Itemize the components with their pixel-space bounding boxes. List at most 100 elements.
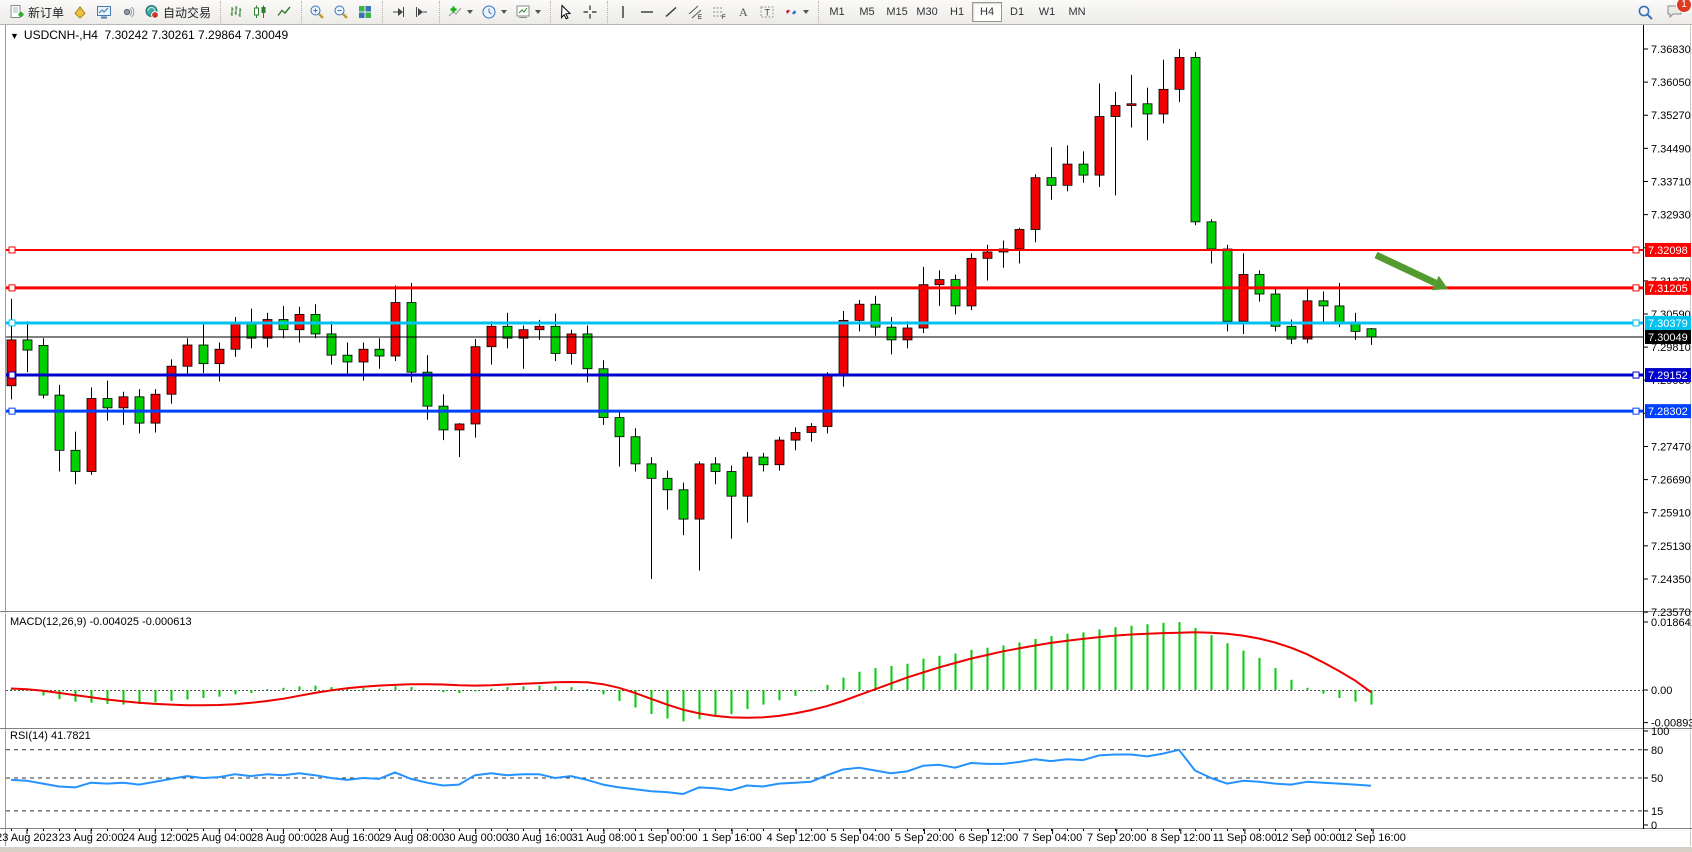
metaeditor-button[interactable] xyxy=(68,1,92,23)
arrows-button[interactable] xyxy=(779,1,813,23)
hline-handle[interactable] xyxy=(9,285,15,291)
indicators-dropdown-icon[interactable] xyxy=(467,10,473,14)
hline-handle[interactable] xyxy=(1633,320,1639,326)
candlestick-chart-button[interactable] xyxy=(248,1,272,23)
candle-up xyxy=(1015,229,1024,249)
price-tick-label: 7.36050 xyxy=(1651,77,1691,89)
rsi-axis-label: 100 xyxy=(1651,726,1669,738)
candle-up xyxy=(151,394,160,423)
time-tick-label: 7 Sep 04:00 xyxy=(1023,832,1082,844)
candle-up xyxy=(1111,105,1120,116)
price-flag-7.29152: 7.29152 xyxy=(1648,370,1688,382)
candle-down xyxy=(1079,164,1088,175)
crosshair-icon xyxy=(582,4,598,20)
text-label-icon: T xyxy=(759,4,775,20)
candle-down xyxy=(727,472,736,497)
time-tick-label: 6 Sep 12:00 xyxy=(959,832,1018,844)
candlestick-chart-icon xyxy=(252,4,268,20)
timeframe-button-m15[interactable]: M15 xyxy=(882,2,912,22)
timeframe-button-m30[interactable]: M30 xyxy=(912,2,942,22)
vertical-line-button[interactable] xyxy=(611,1,635,23)
cursor-button[interactable] xyxy=(554,1,578,23)
auto-scroll-icon xyxy=(390,4,406,20)
chart-plot[interactable]: 7.368307.360507.352707.344907.337107.329… xyxy=(0,0,1692,852)
timeframe-button-m1[interactable]: M1 xyxy=(822,2,852,22)
chart-frame xyxy=(0,24,1692,847)
candle-down xyxy=(503,326,512,338)
svg-text:E: E xyxy=(698,15,702,20)
candle-up xyxy=(183,345,192,366)
hline-handle[interactable] xyxy=(1633,372,1639,378)
rsi-axis-label: 15 xyxy=(1651,806,1663,818)
timeframe-button-m5[interactable]: M5 xyxy=(852,2,882,22)
candle-down xyxy=(39,345,48,395)
tile-windows-button[interactable] xyxy=(353,1,377,23)
candle-down xyxy=(103,398,112,407)
candle-up xyxy=(391,303,400,357)
timeframe-button-d1[interactable]: D1 xyxy=(1002,2,1032,22)
toolbar-group-scroll xyxy=(382,1,437,23)
bar-chart-button[interactable] xyxy=(224,1,248,23)
periods-button[interactable] xyxy=(477,1,511,23)
candle-up xyxy=(87,398,96,471)
time-tick-label: 28 Aug 16:00 xyxy=(315,832,380,844)
hline-handle[interactable] xyxy=(9,408,15,414)
timeframe-button-h4[interactable]: H4 xyxy=(972,2,1002,22)
candle-down xyxy=(551,326,560,353)
crosshair-button[interactable] xyxy=(578,1,602,23)
line-chart-button[interactable] xyxy=(272,1,296,23)
time-tick-label: 8 Sep 12:00 xyxy=(1151,832,1210,844)
hline-handle[interactable] xyxy=(9,247,15,253)
cursor-icon xyxy=(558,4,574,20)
candle-up xyxy=(535,326,544,329)
hline-handle[interactable] xyxy=(1633,247,1639,253)
notifications-button[interactable]: 1 xyxy=(1666,3,1684,22)
timeframe-button-w1[interactable]: W1 xyxy=(1032,2,1062,22)
trendline-button[interactable] xyxy=(659,1,683,23)
timeframe-button-mn[interactable]: MN xyxy=(1062,2,1092,22)
toolbar-group-trade: 新订单 自动交易 xyxy=(2,1,218,23)
candle-up xyxy=(1303,301,1312,339)
channel-button[interactable]: E xyxy=(683,1,707,23)
chart-shift-button[interactable] xyxy=(410,1,434,23)
one-click-trading-toggle-icon[interactable]: ▼ xyxy=(10,31,19,41)
rsi-value: 41.7821 xyxy=(51,730,91,742)
terminal-button[interactable] xyxy=(92,1,116,23)
candle-down xyxy=(759,457,768,465)
new-order-label: 新订单 xyxy=(28,4,64,21)
auto-scroll-button[interactable] xyxy=(386,1,410,23)
auto-trading-button[interactable]: 自动交易 xyxy=(140,1,215,23)
zoom-in-button[interactable] xyxy=(305,1,329,23)
arrows-dropdown-icon[interactable] xyxy=(803,10,809,14)
new-order-button[interactable]: 新订单 xyxy=(5,1,68,23)
text-label-button[interactable]: T xyxy=(755,1,779,23)
hline-handle[interactable] xyxy=(9,372,15,378)
hline-handle[interactable] xyxy=(9,320,15,326)
text-button[interactable]: A xyxy=(731,1,755,23)
candle-down xyxy=(1143,104,1152,114)
signals-button[interactable] xyxy=(116,1,140,23)
indicators-button[interactable] xyxy=(443,1,477,23)
templates-button[interactable] xyxy=(511,1,545,23)
toolbar-group-charttype xyxy=(220,1,299,23)
periods-dropdown-icon[interactable] xyxy=(501,10,507,14)
hline-handle[interactable] xyxy=(1633,408,1639,414)
candle-down xyxy=(1207,222,1216,249)
search-button[interactable] xyxy=(1633,1,1658,23)
macd-axis-label: 0.00 xyxy=(1651,685,1672,697)
templates-dropdown-icon[interactable] xyxy=(535,10,541,14)
timeframe-button-h1[interactable]: H1 xyxy=(942,2,972,22)
price-tick-label: 7.24350 xyxy=(1651,574,1691,586)
candle-up xyxy=(695,464,704,519)
horizontal-line-button[interactable] xyxy=(635,1,659,23)
candle-up xyxy=(1239,274,1248,321)
zoom-out-button[interactable] xyxy=(329,1,353,23)
svg-text:F: F xyxy=(722,15,726,20)
candle-up xyxy=(823,376,832,427)
candle-up xyxy=(215,349,224,363)
time-tick-label: 23 Aug 20:00 xyxy=(59,832,124,844)
candle-down xyxy=(71,450,80,471)
fibonacci-button[interactable]: F xyxy=(707,1,731,23)
hline-handle[interactable] xyxy=(1633,285,1639,291)
toolbar-right: 1 xyxy=(1633,1,1692,23)
